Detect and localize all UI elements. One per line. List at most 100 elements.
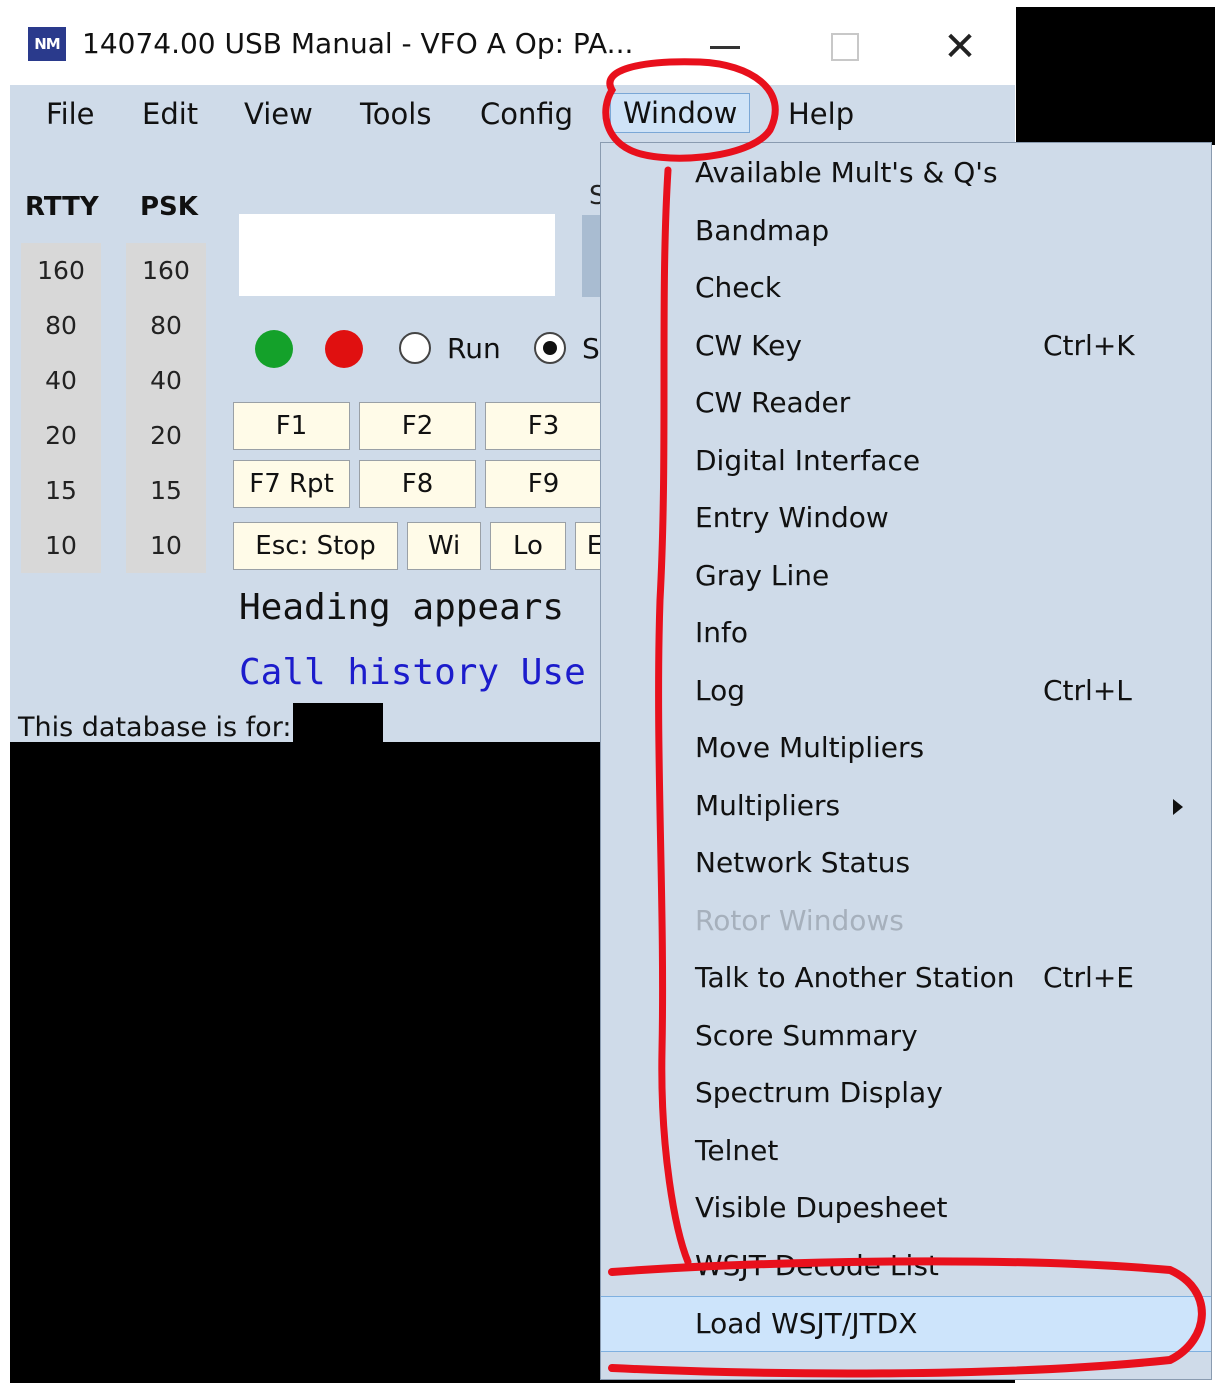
submenu-arrow-icon	[1173, 799, 1183, 815]
menu-item-label: CW Key	[695, 329, 802, 362]
psk-band-list: 160 80 40 20 15 10	[126, 243, 206, 573]
psk-header: PSK	[140, 192, 198, 222]
menu-item-check[interactable]: Check	[601, 261, 1211, 317]
psk-band-40[interactable]: 40	[126, 353, 206, 408]
rtty-band-40[interactable]: 40	[21, 353, 101, 408]
f1-button[interactable]: F1	[233, 402, 350, 450]
callsign-input[interactable]	[239, 214, 555, 296]
menu-item-label: Gray Line	[695, 559, 830, 592]
rtty-band-15[interactable]: 15	[21, 463, 101, 518]
log-button[interactable]: Lo	[490, 522, 566, 570]
menu-item-label: Spectrum Display	[695, 1076, 943, 1109]
menu-edit[interactable]: Edit	[142, 97, 198, 131]
menu-item-telnet[interactable]: Telnet	[601, 1124, 1211, 1180]
menu-item-talk-to-another-station[interactable]: Talk to Another Station Ctrl+E	[601, 951, 1211, 1007]
menu-item-entry-window[interactable]: Entry Window	[601, 491, 1211, 547]
menu-item-visible-dupesheet[interactable]: Visible Dupesheet	[601, 1181, 1211, 1237]
menu-item-label: Score Summary	[695, 1019, 918, 1052]
menu-item-bandmap[interactable]: Bandmap	[601, 204, 1211, 260]
f7-button[interactable]: F7 Rpt	[233, 460, 350, 508]
maximize-button[interactable]	[810, 17, 880, 77]
menu-item-score-summary[interactable]: Score Summary	[601, 1009, 1211, 1065]
menu-window[interactable]: Window	[610, 93, 751, 133]
menu-item-spectrum-display[interactable]: Spectrum Display	[601, 1066, 1211, 1122]
psk-band-20[interactable]: 20	[126, 408, 206, 463]
menu-item-label: Multipliers	[695, 789, 841, 822]
database-info: This database is for:	[18, 712, 292, 743]
close-icon: ✕	[943, 24, 977, 70]
psk-band-15[interactable]: 15	[126, 463, 206, 518]
redaction-box	[293, 703, 383, 745]
rtty-band-list: 160 80 40 20 15 10	[21, 243, 101, 573]
rtty-header: RTTY	[25, 192, 99, 222]
f2-button[interactable]: F2	[359, 402, 476, 450]
menu-item-label: CW Reader	[695, 386, 851, 419]
sp-radio-label: S	[582, 332, 600, 365]
psk-band-10[interactable]: 10	[126, 518, 206, 573]
run-radio-label: Run	[447, 332, 501, 365]
window-menu-dropdown: Available Mult's & Q's Bandmap Check CW …	[600, 142, 1212, 1380]
title-bar[interactable]: NM 14074.00 USB Manual - VFO A Op: PA...…	[10, 7, 1015, 85]
menu-item-label: Move Multipliers	[695, 731, 925, 764]
menu-item-load-wsjt-jtdx[interactable]: Load WSJT/JTDX	[601, 1296, 1211, 1352]
menu-item-label: Check	[695, 271, 782, 304]
menu-item-rotor-windows: Rotor Windows	[601, 894, 1211, 950]
menu-config[interactable]: Config	[480, 97, 573, 131]
menu-item-wsjt-decode-list[interactable]: WSJT Decode List	[601, 1239, 1211, 1295]
minimize-icon	[710, 45, 740, 49]
menu-item-label: Info	[695, 616, 748, 649]
menu-item-shortcut: Ctrl+L	[1043, 674, 1132, 707]
wipe-button[interactable]: Wi	[407, 522, 481, 570]
menu-item-log[interactable]: Log Ctrl+L	[601, 664, 1211, 720]
menu-item-label: Telnet	[695, 1134, 779, 1167]
app-logo-icon: NM	[28, 27, 66, 61]
menu-item-label: Available Mult's & Q's	[695, 156, 998, 189]
esc-stop-button[interactable]: Esc: Stop	[233, 522, 398, 570]
menu-item-label: Load WSJT/JTDX	[695, 1307, 918, 1340]
rtty-band-80[interactable]: 80	[21, 298, 101, 353]
menu-item-multipliers[interactable]: Multipliers	[601, 779, 1211, 835]
menu-item-label: WSJT Decode List	[695, 1249, 939, 1282]
rtty-band-160[interactable]: 160	[21, 243, 101, 298]
menu-bar: File Edit View Tools Config Window Help	[10, 85, 1015, 149]
menu-item-label: Talk to Another Station	[695, 961, 1015, 994]
run-radio[interactable]	[399, 332, 431, 364]
menu-item-label: Log	[695, 674, 746, 707]
menu-help[interactable]: Help	[788, 97, 854, 131]
redaction-box-top	[1016, 7, 1215, 145]
menu-item-cw-key[interactable]: CW Key Ctrl+K	[601, 319, 1211, 375]
f9-button[interactable]: F9	[485, 460, 602, 508]
sp-radio[interactable]	[534, 332, 566, 364]
menu-item-info[interactable]: Info	[601, 606, 1211, 662]
menu-item-shortcut: Ctrl+K	[1043, 329, 1135, 362]
menu-item-digital-interface[interactable]: Digital Interface	[601, 434, 1211, 490]
menu-item-gray-line[interactable]: Gray Line	[601, 549, 1211, 605]
menu-item-move-multipliers[interactable]: Move Multipliers	[601, 721, 1211, 777]
call-history-text: Call history Use	[239, 652, 586, 693]
menu-tools[interactable]: Tools	[360, 97, 431, 131]
menu-item-label: Bandmap	[695, 214, 830, 247]
menu-item-label: Digital Interface	[695, 444, 921, 477]
f8-button[interactable]: F8	[359, 460, 476, 508]
minimize-button[interactable]	[690, 17, 760, 77]
f3-button[interactable]: F3	[485, 402, 602, 450]
menu-item-network-status[interactable]: Network Status	[601, 836, 1211, 892]
menu-item-label: Entry Window	[695, 501, 889, 534]
red-status-icon	[325, 330, 363, 368]
green-status-icon	[255, 330, 293, 368]
menu-item-cw-reader[interactable]: CW Reader	[601, 376, 1211, 432]
menu-item-shortcut: Ctrl+E	[1043, 961, 1134, 994]
psk-band-80[interactable]: 80	[126, 298, 206, 353]
window-title: 14074.00 USB Manual - VFO A Op: PA...	[82, 27, 634, 60]
menu-item-label: Rotor Windows	[695, 904, 904, 937]
psk-band-160[interactable]: 160	[126, 243, 206, 298]
menu-item-label: Network Status	[695, 846, 911, 879]
rtty-band-10[interactable]: 10	[21, 518, 101, 573]
rtty-band-20[interactable]: 20	[21, 408, 101, 463]
menu-file[interactable]: File	[46, 97, 95, 131]
menu-view[interactable]: View	[244, 97, 313, 131]
maximize-icon	[831, 33, 859, 61]
menu-item-label: Visible Dupesheet	[695, 1191, 948, 1224]
menu-item-available-mults[interactable]: Available Mult's & Q's	[601, 146, 1211, 202]
close-button[interactable]: ✕	[925, 17, 995, 77]
